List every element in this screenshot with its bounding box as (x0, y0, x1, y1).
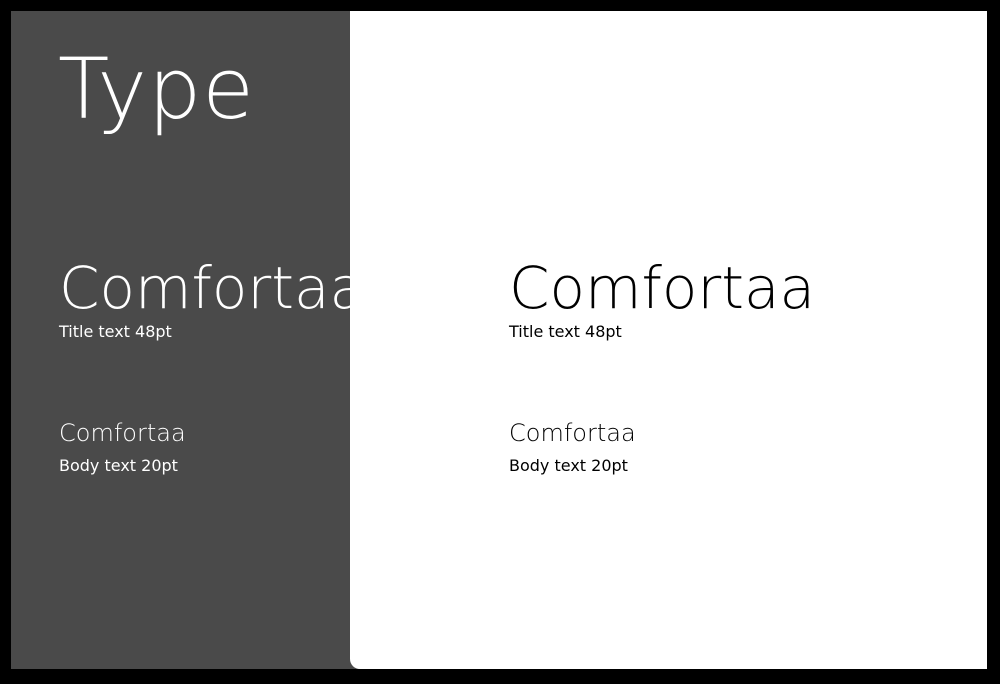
type-heading: Type (58, 40, 255, 138)
dark-title-sample: Comfortaa (59, 254, 366, 322)
dark-panel: Type Comfortaa Title text 48pt Comfortaa… (11, 11, 371, 669)
light-title-sample: Comfortaa (509, 254, 816, 322)
dark-body-sample: Comfortaa (59, 419, 186, 447)
dark-title-caption: Title text 48pt (59, 322, 172, 341)
dark-body-caption: Body text 20pt (59, 456, 178, 475)
light-body-sample: Comfortaa (509, 419, 636, 447)
light-body-caption: Body text 20pt (509, 456, 628, 475)
light-title-caption: Title text 48pt (509, 322, 622, 341)
light-panel: Comfortaa Title text 48pt Comfortaa Body… (350, 11, 987, 669)
